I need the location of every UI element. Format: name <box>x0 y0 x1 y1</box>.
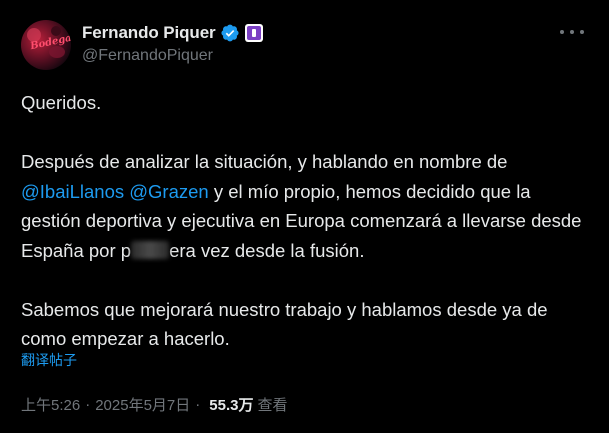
tweet-text: Queridos. Después de analizar la situaci… <box>21 88 591 354</box>
handle[interactable]: @FernandoPiquer <box>82 47 213 65</box>
mention-ibaillanos[interactable]: @IbaiLlanos <box>21 181 124 202</box>
meta-separator: · <box>85 396 91 413</box>
affiliation-badge-icon[interactable] <box>244 24 263 42</box>
views-label: 查看 <box>257 397 288 414</box>
mention-grazen[interactable]: @Grazen <box>129 181 208 202</box>
display-name[interactable]: Fernando Piquer <box>82 23 216 43</box>
more-options-icon[interactable] <box>560 26 584 38</box>
tweet-paragraph-3: Sabemos que mejorará nuestro trabajo y h… <box>21 298 548 350</box>
verified-badge-icon[interactable] <box>220 23 240 43</box>
tweet-date[interactable]: 2025年5月7日 <box>95 394 190 415</box>
tweet-line1: Queridos. <box>21 92 102 113</box>
translate-post-link[interactable]: 翻译帖子 <box>21 350 77 370</box>
tweet-text-segment: era vez desde la fusión. <box>169 239 365 261</box>
views-count[interactable]: 55.3万 <box>209 394 253 415</box>
tweet-paragraph-2: Después de analizar la situación, y habl… <box>21 147 591 265</box>
meta-separator: · <box>195 396 201 413</box>
tweet-text-segment: Después de analizar la situación, y habl… <box>21 151 508 172</box>
blurred-text <box>131 240 170 259</box>
tweet-meta: 上午5:26 · 2025年5月7日 · 55.3万 查看 <box>21 394 287 415</box>
tweet-time[interactable]: 上午5:26 <box>21 394 80 415</box>
tweet: Bodega Fernando Piquer @FernandoPiquer Q… <box>0 0 609 433</box>
avatar[interactable]: Bodega <box>21 20 71 70</box>
